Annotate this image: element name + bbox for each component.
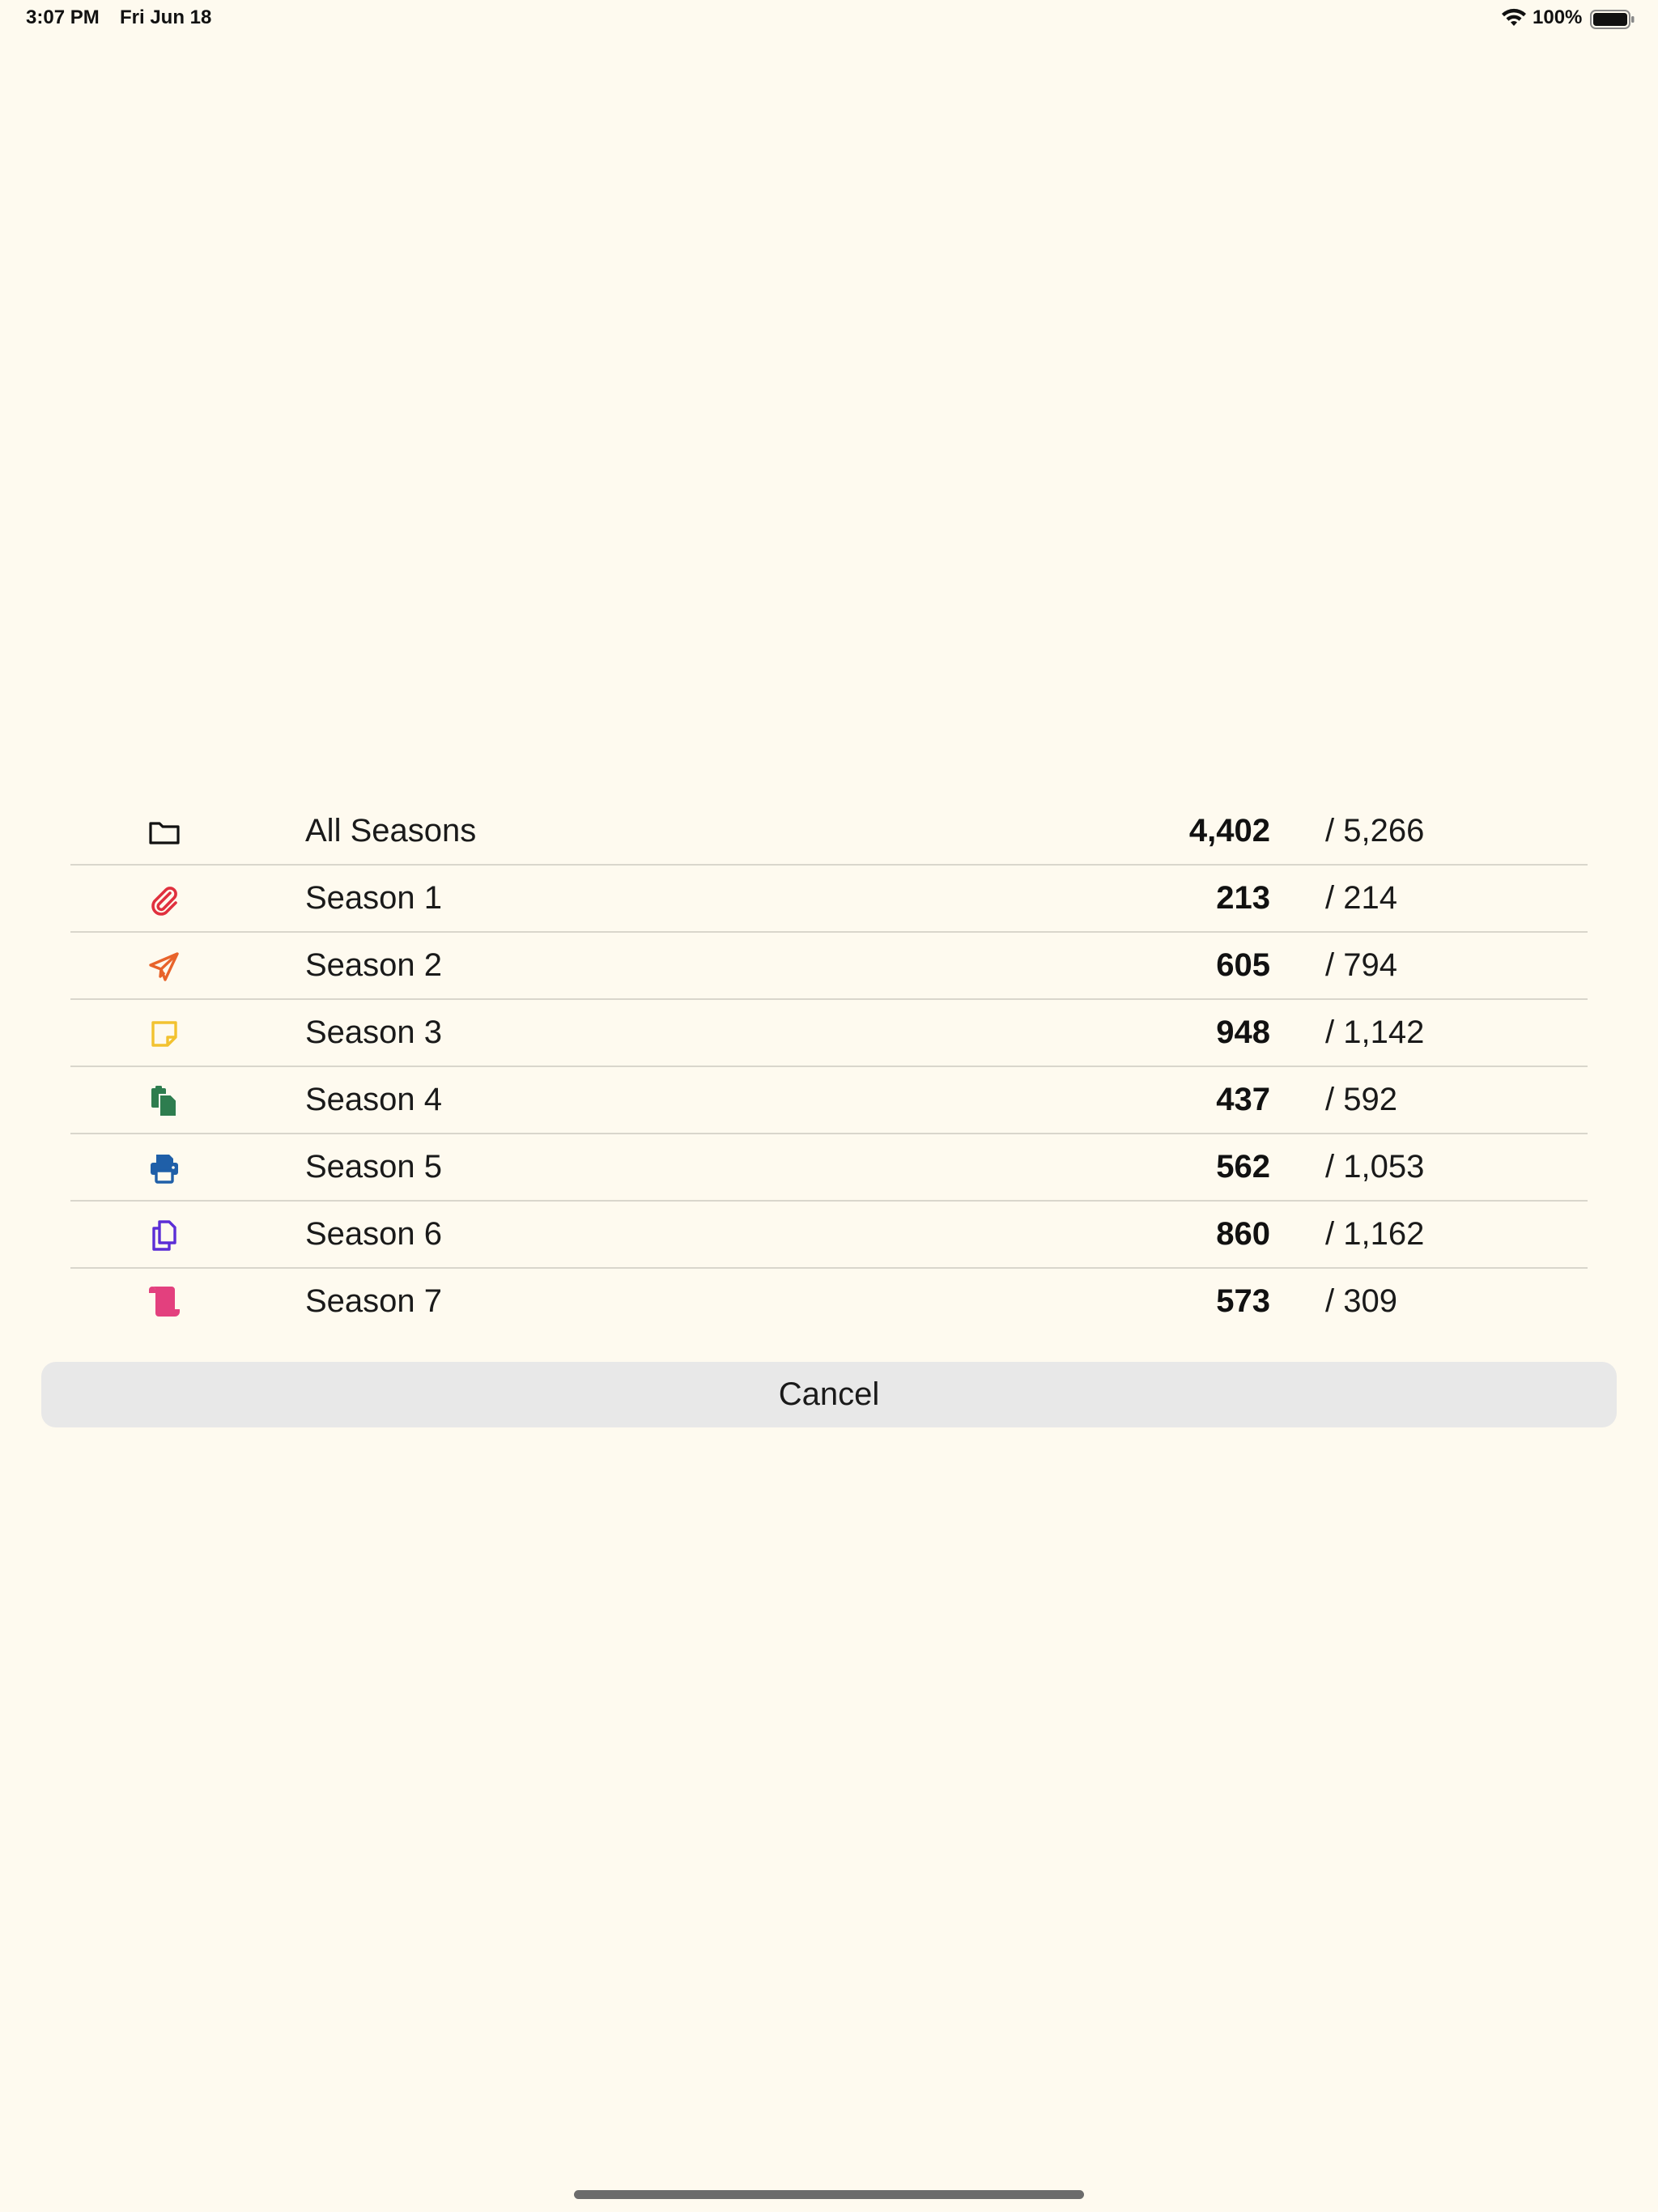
home-indicator[interactable] (574, 2190, 1084, 2199)
status-bar: 3:07 PM Fri Jun 18 100% (0, 0, 1658, 39)
row-count: 437 (1216, 1082, 1270, 1117)
row-total: / 1,053 (1325, 1149, 1425, 1185)
row-count: 4,402 (1188, 813, 1270, 849)
battery-icon (1590, 8, 1635, 31)
row-label: Season 6 (305, 1216, 443, 1252)
row-total: / 592 (1325, 1082, 1397, 1117)
row-count: 605 (1216, 947, 1270, 983)
battery-percent: 100% (1533, 6, 1583, 28)
paperclip-icon (147, 882, 182, 917)
scroll-icon (147, 1285, 182, 1321)
list-item-season-6[interactable]: Season 6 860 / 1,162 (70, 1202, 1588, 1269)
cancel-button[interactable]: Cancel (41, 1362, 1617, 1427)
printer-icon (147, 1151, 182, 1186)
row-total: / 1,142 (1325, 1015, 1425, 1050)
season-list: All Seasons 4,402 / 5,266 Season 1 213 /… (70, 798, 1588, 1336)
row-label: All Seasons (305, 813, 477, 849)
wifi-icon (1501, 8, 1527, 29)
row-label: Season 1 (305, 880, 443, 916)
status-date: Fri Jun 18 (120, 6, 212, 28)
list-item-season-7[interactable]: Season 7 573 / 309 (70, 1269, 1588, 1336)
paper-plane-icon (147, 949, 182, 985)
row-count: 860 (1216, 1216, 1270, 1252)
row-label: Season 2 (305, 947, 443, 983)
row-total: / 794 (1325, 947, 1397, 983)
row-count: 573 (1216, 1283, 1270, 1319)
clipboard-copy-icon (147, 1083, 182, 1119)
list-item-season-1[interactable]: Season 1 213 / 214 (70, 866, 1588, 933)
row-label: Season 4 (305, 1082, 443, 1117)
row-count: 948 (1216, 1015, 1270, 1050)
row-count: 562 (1216, 1149, 1270, 1185)
list-item-season-2[interactable]: Season 2 605 / 794 (70, 933, 1588, 1000)
sticky-note-icon (147, 1016, 182, 1052)
list-item-season-4[interactable]: Season 4 437 / 592 (70, 1067, 1588, 1134)
copy-icon (147, 1218, 182, 1253)
row-label: Season 7 (305, 1283, 443, 1319)
row-total: / 214 (1325, 880, 1397, 916)
row-total: / 1,162 (1325, 1216, 1425, 1252)
row-total: / 5,266 (1325, 813, 1425, 849)
row-count: 213 (1216, 880, 1270, 916)
list-item-season-5[interactable]: Season 5 562 / 1,053 (70, 1134, 1588, 1202)
list-item-all-seasons[interactable]: All Seasons 4,402 / 5,266 (70, 798, 1588, 866)
folder-icon (147, 815, 182, 850)
row-total: / 309 (1325, 1283, 1397, 1319)
row-label: Season 5 (305, 1149, 443, 1185)
row-label: Season 3 (305, 1015, 443, 1050)
list-item-season-3[interactable]: Season 3 948 / 1,142 (70, 1000, 1588, 1067)
status-time: 3:07 PM (26, 6, 100, 28)
